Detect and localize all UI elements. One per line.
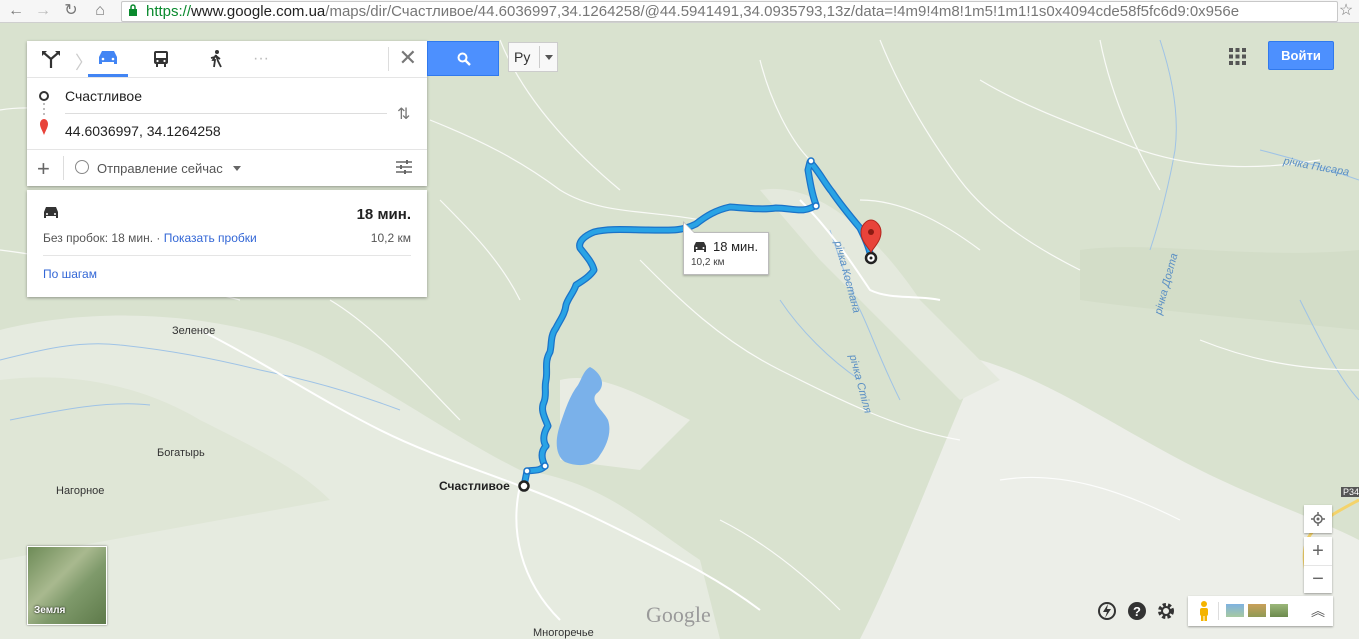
layers-strip: ︽ xyxy=(1188,596,1333,626)
map-label-bogatyr: Богатырь xyxy=(157,447,205,459)
chevron-down-icon xyxy=(545,55,553,60)
pegman-icon[interactable] xyxy=(1198,600,1210,622)
clock-icon xyxy=(75,160,89,174)
route-options-icon[interactable] xyxy=(395,158,413,176)
mode-walking[interactable] xyxy=(196,41,236,77)
close-icon[interactable]: ✕ xyxy=(399,47,417,69)
earth-view-toggle[interactable]: Земля xyxy=(27,546,107,625)
zoom-in-button[interactable]: + xyxy=(1304,537,1332,565)
mode-transit[interactable] xyxy=(141,41,181,77)
svg-text:?: ? xyxy=(1133,604,1141,619)
my-location-icon xyxy=(1304,505,1332,533)
travel-mode-bar: 〉 ··· ✕ xyxy=(27,41,427,78)
options-row: + Отправление сейчас xyxy=(27,149,427,187)
language-select[interactable]: Ру xyxy=(508,42,558,72)
more-modes-icon[interactable]: ··· xyxy=(241,41,281,77)
route-endpoints-icon xyxy=(39,91,49,135)
show-traffic-link[interactable]: Показать пробки xyxy=(164,231,257,245)
photo-thumb-2[interactable] xyxy=(1248,604,1266,617)
bus-icon xyxy=(154,51,168,67)
step-by-step-link[interactable]: По шагам xyxy=(43,267,97,281)
zoom-controls: + − xyxy=(1304,537,1332,593)
directions-panel: 〉 ··· ✕ Счастливое 44.6036997, 34.126425… xyxy=(27,41,427,186)
map-label-origin: Счастливое xyxy=(439,479,510,493)
gear-icon[interactable] xyxy=(1156,601,1176,621)
car-icon xyxy=(99,50,117,64)
bookmark-star-icon[interactable]: ☆ xyxy=(1336,1,1356,21)
home-icon[interactable]: ⌂ xyxy=(90,1,110,21)
address-bar[interactable]: https://www.google.com.ua/maps/dir/Счаст… xyxy=(121,1,1338,22)
forward-icon[interactable]: → xyxy=(33,1,53,21)
lock-icon xyxy=(129,4,137,16)
traffic-info: Без пробок: 18 мин. · Показать пробки xyxy=(43,231,257,245)
search-button[interactable] xyxy=(427,41,499,76)
bubble-time: 18 мин. xyxy=(713,239,759,254)
back-icon[interactable]: ← xyxy=(6,1,26,21)
help-icon[interactable]: ? xyxy=(1127,601,1147,621)
route-time: 18 мин. xyxy=(356,206,411,223)
route-card[interactable]: 18 мин. Без пробок: 18 мин. · Показать п… xyxy=(27,190,427,297)
google-logo: Google xyxy=(646,602,711,627)
road-shield-p34: P34 xyxy=(1341,487,1359,497)
browser-toolbar: ← → ↻ ⌂ https://www.google.com.ua/maps/d… xyxy=(0,0,1359,23)
my-location-button[interactable] xyxy=(1304,505,1332,533)
reload-icon[interactable]: ↻ xyxy=(61,1,81,21)
mode-car[interactable] xyxy=(88,41,128,77)
route-distance: 10,2 км xyxy=(370,231,411,245)
route-bubble[interactable]: 18 мин. 10,2 км xyxy=(683,221,769,275)
walking-icon xyxy=(210,50,222,68)
apps-grid-icon[interactable] xyxy=(1229,48,1246,65)
expand-up-icon[interactable]: ︽ xyxy=(1311,601,1325,621)
swap-icon[interactable]: ⇅ xyxy=(397,104,410,124)
photo-thumb-1[interactable] xyxy=(1226,604,1244,617)
search-icon xyxy=(457,52,471,66)
url-text: https://www.google.com.ua/maps/dir/Счаст… xyxy=(146,3,1240,20)
departure-select[interactable]: Отправление сейчас xyxy=(97,161,223,176)
mode-best[interactable] xyxy=(31,41,71,77)
bubble-distance: 10,2 км xyxy=(691,257,725,268)
photo-thumb-3[interactable] xyxy=(1270,604,1288,617)
add-destination-icon[interactable]: + xyxy=(37,156,50,182)
map-label-nagornoe: Нагорное xyxy=(56,485,105,497)
car-icon xyxy=(44,207,58,218)
lightning-icon[interactable] xyxy=(1097,601,1117,621)
zoom-out-button[interactable]: − xyxy=(1304,565,1332,593)
origin-field[interactable]: Счастливое xyxy=(65,88,387,104)
chevron-down-icon[interactable] xyxy=(233,166,241,171)
directions-icon xyxy=(42,51,60,68)
map-label-mnogorechye: Многоречье xyxy=(533,627,594,639)
destination-field[interactable]: 44.6036997, 34.1264258 xyxy=(65,123,387,139)
car-icon xyxy=(694,242,706,252)
sign-in-button[interactable]: Войти xyxy=(1268,41,1334,70)
map-label-zelenoe: Зеленое xyxy=(172,325,216,337)
